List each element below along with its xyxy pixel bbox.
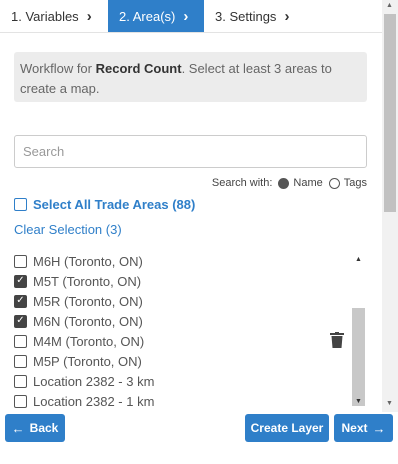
area-list: M6H (Toronto, ON) ✓ M5T (Toronto, ON) ✓ M5R … [14,251,354,411]
list-scrollbar[interactable]: ▲ ▼ [352,256,365,406]
tab-label: 1. Variables [11,8,79,24]
tab-areas[interactable]: 2. Area(s) › [108,0,204,32]
area-checkbox[interactable] [14,254,27,268]
search-input[interactable] [14,135,367,168]
search-with-options: Search with: Name Tags [212,175,367,191]
radio-tags-label[interactable]: Tags [344,177,367,189]
select-all-trade-areas[interactable]: Select All Trade Areas (88) [14,197,195,212]
tab-label: 2. Area(s) [119,8,176,24]
area-list-item[interactable]: Location 2382 - 3 km [14,371,354,391]
radio-tags[interactable] [328,177,340,189]
tab-settings[interactable]: 3. Settings › [204,0,382,32]
area-checkbox[interactable] [14,354,27,368]
area-list-item[interactable]: M4M (Toronto, ON) [14,331,354,351]
area-checkbox[interactable] [14,334,27,348]
arrow-right-icon: → [372,420,386,436]
scroll-down-icon[interactable]: ▼ [355,398,362,405]
tabs-divider [0,32,382,33]
create-layer-button[interactable]: Create Layer [245,414,329,442]
area-label: M5R (Toronto, ON) [33,293,143,309]
area-label: M6N (Toronto, ON) [33,313,143,329]
area-list-item[interactable]: M6H (Toronto, ON) [14,251,354,271]
next-label: Next [341,421,368,435]
scroll-down-icon[interactable]: ▼ [386,400,393,407]
area-list-item[interactable]: Location 2382 - 1 km [14,391,354,411]
area-list-item[interactable]: M5P (Toronto, ON) [14,351,354,371]
area-label: Location 2382 - 1 km [33,393,155,409]
trash-icon[interactable] [330,332,344,348]
create-layer-label: Create Layer [250,421,324,435]
area-label: M5P (Toronto, ON) [33,353,142,369]
back-label: Back [29,421,59,435]
chevron-right-icon: › [183,7,189,25]
area-checkbox[interactable]: ✓ [14,314,27,328]
area-checkbox[interactable]: ✓ [14,274,27,288]
info-prefix: Workflow for [20,61,96,76]
workflow-info-box: Workflow for Record Count. Select at lea… [14,52,367,102]
area-checkbox[interactable] [14,374,27,388]
panel-scrollbar[interactable]: ▲ ▼ [382,0,398,412]
panel-scroll-thumb[interactable] [384,14,396,212]
next-button[interactable]: Next → [334,414,393,442]
area-checkbox[interactable] [14,394,27,408]
chevron-right-icon: › [284,7,290,25]
clear-selection-link[interactable]: Clear Selection (3) [14,222,122,237]
area-checkbox[interactable]: ✓ [14,294,27,308]
area-label: M4M (Toronto, ON) [33,333,145,349]
radio-name[interactable] [278,177,290,189]
radio-name-label[interactable]: Name [293,177,322,189]
search-with-label: Search with: [211,177,273,189]
area-list-item[interactable]: ✓ M5R (Toronto, ON) [14,291,354,311]
chevron-right-icon: › [86,7,92,25]
scroll-up-icon[interactable]: ▲ [386,2,393,9]
tab-variables[interactable]: 1. Variables › [0,0,108,32]
select-all-label: Select All Trade Areas (88) [33,197,196,212]
select-all-checkbox[interactable] [14,198,27,211]
area-list-item[interactable]: ✓ M6N (Toronto, ON) [14,311,354,331]
area-label: M6H (Toronto, ON) [33,253,143,269]
arrow-left-icon: ← [11,420,25,436]
workflow-name: Record Count [95,61,182,76]
back-button[interactable]: ← Back [5,414,65,442]
wizard-tabs: 1. Variables › 2. Area(s) › 3. Settings … [0,0,382,32]
area-list-item[interactable]: ✓ M5T (Toronto, ON) [14,271,354,291]
area-label: Location 2382 - 3 km [33,373,155,389]
scroll-up-icon[interactable]: ▲ [355,256,362,263]
tab-label: 3. Settings [215,8,277,24]
list-scroll-thumb[interactable] [352,308,365,406]
area-label: M5T (Toronto, ON) [33,273,142,289]
